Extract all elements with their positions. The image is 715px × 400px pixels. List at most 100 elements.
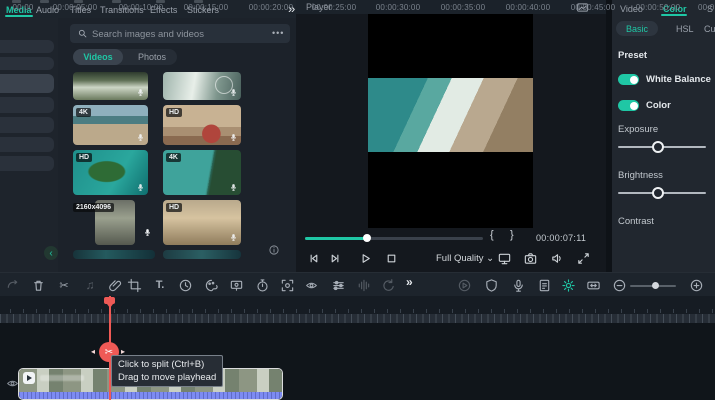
brightness-slider-handle[interactable]: [652, 187, 664, 199]
ruler-timestamp: 00:00: [12, 3, 34, 12]
search-more-icon[interactable]: •••: [272, 28, 284, 38]
resolution-badge: 4K: [166, 153, 181, 162]
brightness-label: Brightness: [618, 170, 663, 181]
sidebar-item-selected[interactable]: [0, 74, 54, 93]
ruler-timestamp: 00:00:25:00: [311, 3, 357, 12]
more-tools-chevrons-icon[interactable]: »: [406, 275, 413, 289]
display-device-icon[interactable]: [497, 251, 512, 266]
tab-photos[interactable]: Photos: [127, 49, 177, 65]
voiceover-mic-icon: [229, 88, 238, 97]
next-frame-button[interactable]: [328, 251, 343, 266]
ruler-timestamp: 00:00:05:00: [52, 3, 98, 12]
tooltip-line-1: Click to split (Ctrl+B): [118, 359, 205, 370]
resolution-badge: 2160x4096: [73, 203, 115, 212]
snapshot-camera-icon[interactable]: [523, 251, 538, 266]
color-tab-underline: [661, 14, 687, 16]
sidebar-item[interactable]: [0, 40, 54, 53]
voiceover-mic-icon: [136, 133, 145, 142]
stop-button[interactable]: [384, 251, 399, 266]
play-circle-icon[interactable]: [456, 277, 472, 293]
video-thumbnail-beach[interactable]: 4K: [73, 105, 148, 145]
resolution-badge: HD: [76, 153, 93, 162]
speed-icon[interactable]: [177, 277, 193, 293]
fullscreen-expand-icon[interactable]: [576, 251, 591, 266]
white-balance-label: White Balance: [646, 74, 711, 85]
play-button[interactable]: [358, 251, 373, 266]
search-placeholder: Search images and videos: [92, 29, 204, 40]
voiceover-mic-icon: [229, 183, 238, 192]
text-tool-icon[interactable]: T.: [152, 277, 168, 293]
collapse-panel-button[interactable]: ‹: [44, 246, 58, 260]
resolution-badge: HD: [166, 108, 183, 117]
chevron-left-icon: ‹: [49, 247, 53, 259]
sidebar-item[interactable]: [0, 156, 54, 171]
fit-timeline-icon[interactable]: [585, 277, 601, 293]
seek-bar[interactable]: [305, 237, 483, 240]
timeline-zoom-out-icon[interactable]: [611, 277, 627, 293]
white-balance-toggle[interactable]: [618, 74, 639, 85]
ruler-timestamp: 00:00:20:00: [248, 3, 294, 12]
voiceover-mic-icon: [229, 133, 238, 142]
video-thumbnail-waterfall[interactable]: [73, 72, 148, 100]
ai-enhance-icon[interactable]: [560, 277, 576, 293]
clip-play-icon: [23, 372, 35, 384]
speaker-icon[interactable]: [550, 251, 565, 266]
audio-wave-icon[interactable]: [355, 277, 371, 293]
video-thumbnail-van[interactable]: HD: [163, 105, 241, 145]
script-notes-icon[interactable]: [536, 277, 552, 293]
delete-icon[interactable]: [30, 277, 46, 293]
video-thumbnail-partial[interactable]: [163, 250, 241, 259]
video-thumbnail-partial[interactable]: [73, 250, 155, 259]
video-thumbnail-tropical[interactable]: HD: [73, 150, 148, 195]
adjustment-sliders-icon[interactable]: [330, 277, 346, 293]
sidebar-item[interactable]: [0, 97, 54, 113]
color-palette-icon[interactable]: [203, 277, 219, 293]
shield-icon[interactable]: [483, 277, 499, 293]
ruler-timestamp: 00:00:35:00: [440, 3, 486, 12]
timeline-zoom-handle[interactable]: [652, 282, 659, 289]
info-icon[interactable]: [268, 244, 280, 256]
quality-dropdown[interactable]: Full Quality ⌄: [436, 253, 494, 264]
seek-handle[interactable]: [363, 234, 371, 242]
stopwatch-icon[interactable]: [254, 277, 270, 293]
search-icon: [77, 28, 88, 39]
ruler-timestamp: 00:00:10:00: [118, 3, 164, 12]
previous-frame-button[interactable]: [306, 251, 321, 266]
subtab-basic[interactable]: Basic: [616, 21, 658, 36]
exposure-label: Exposure: [618, 124, 659, 135]
motion-tracking-icon[interactable]: [279, 277, 295, 293]
sidebar-item[interactable]: [0, 57, 54, 70]
video-preview-frame: [368, 78, 533, 152]
tooltip-line-2: Drag to move playhead: [118, 372, 217, 383]
preview-eye-icon[interactable]: [303, 277, 319, 293]
ruler-timestamp: 00:00:30:00: [375, 3, 421, 12]
color-toggle[interactable]: [618, 100, 639, 111]
mark-out-button[interactable]: }: [510, 229, 514, 241]
sidebar-item[interactable]: [0, 117, 54, 133]
redo-icon[interactable]: [4, 277, 20, 293]
rotate-icon[interactable]: [380, 277, 396, 293]
video-thumbnail-coast[interactable]: 4K: [163, 150, 241, 195]
voiceover-record-icon[interactable]: [510, 277, 526, 293]
playhead-tooltip: Click to split (Ctrl+B) Drag to move pla…: [111, 355, 224, 387]
link-clip-icon[interactable]: [107, 277, 123, 293]
voiceover-mic-icon: [136, 88, 145, 97]
playhead-left-arrow-icon: ◂: [91, 347, 96, 356]
subtab-curves-partial[interactable]: Cur: [704, 24, 715, 34]
video-thumbnail-field[interactable]: HD: [163, 200, 241, 245]
ruler-timestamp: 00:00:45:00: [570, 3, 616, 12]
chevron-down-icon: ⌄: [486, 253, 495, 264]
split-scissors-icon[interactable]: ✂: [56, 277, 72, 293]
mark-in-button[interactable]: {: [490, 229, 494, 241]
timeline-zoom-in-icon[interactable]: [688, 277, 704, 293]
subtab-hsl[interactable]: HSL: [676, 24, 694, 34]
sidebar-item[interactable]: [0, 137, 54, 152]
exposure-slider-handle[interactable]: [652, 141, 664, 153]
playhead-handle[interactable]: [104, 297, 115, 308]
chroma-key-icon[interactable]: [228, 277, 244, 293]
detach-audio-icon[interactable]: ♫: [82, 277, 98, 293]
video-thumbnail-wave[interactable]: [163, 72, 241, 100]
crop-icon[interactable]: [126, 277, 142, 293]
ruler-timestamp: 00:00:15:00: [183, 3, 229, 12]
tab-videos[interactable]: Videos: [73, 49, 123, 65]
